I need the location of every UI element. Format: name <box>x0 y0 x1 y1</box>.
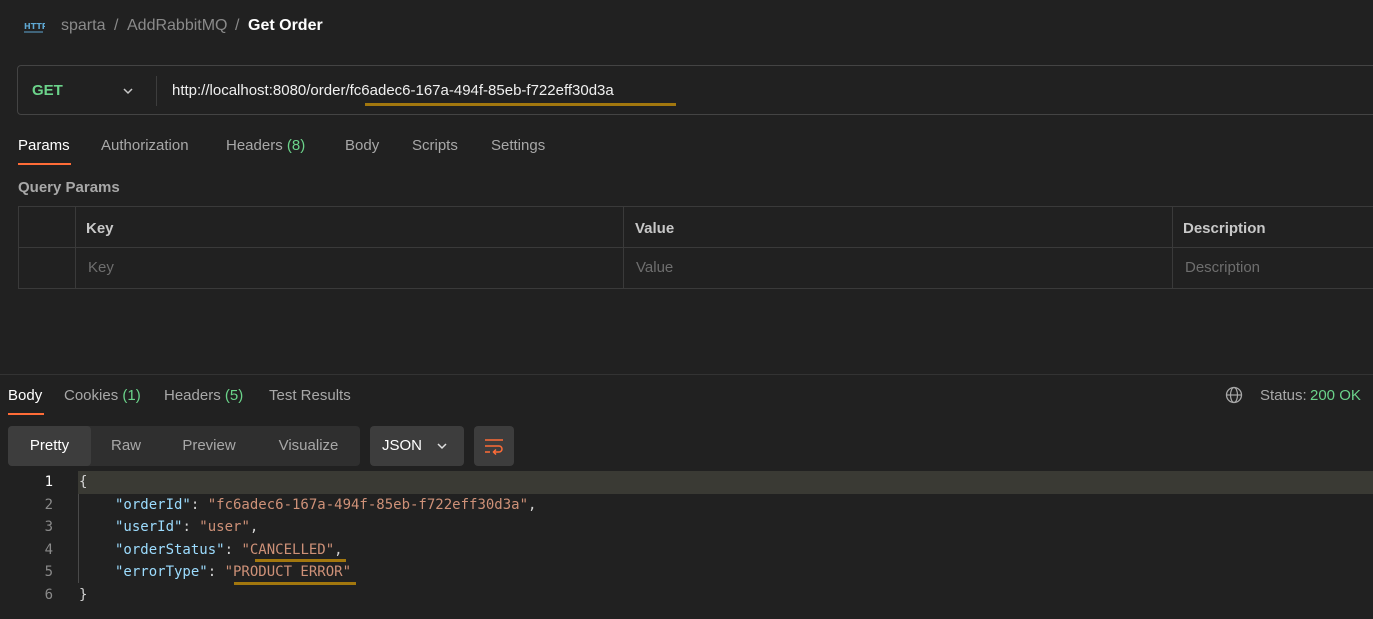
wrap-icon <box>485 439 503 455</box>
active-tab-indicator <box>8 413 44 415</box>
chevron-down-icon <box>437 443 447 450</box>
wrap-lines-button[interactable] <box>474 426 514 466</box>
json-key: "errorType" <box>115 564 208 580</box>
tab-headers[interactable]: Headers (8) <box>226 137 305 154</box>
format-label: JSON <box>382 437 423 454</box>
response-tab-body[interactable]: Body <box>8 387 42 404</box>
json-value: "fc6adec6-167a-494f-85eb-f722eff30d3a" <box>207 497 529 513</box>
json-line: "errorType": "PRODUCT ERROR" <box>115 564 352 580</box>
response-tab-test-results[interactable]: Test Results <box>269 387 351 404</box>
url-input[interactable]: http://localhost:8080/order/fc6adec6-167… <box>172 82 614 99</box>
status-label: Status: <box>1260 387 1307 404</box>
view-preview-button[interactable]: Preview <box>161 426 257 466</box>
url-prefix: http://localhost:8080/order/ <box>172 82 350 99</box>
json-line: "userId": "user", <box>115 519 259 535</box>
row-divider <box>19 247 1373 248</box>
highlight-marker <box>234 582 356 585</box>
url-bar: GET http://localhost:8080/order/fc6adec6… <box>17 65 1373 115</box>
query-params-title: Query Params <box>18 179 120 196</box>
line-number: 4 <box>44 542 53 558</box>
json-key: "userId" <box>115 519 183 535</box>
json-close-brace: } <box>79 587 88 603</box>
line-number: 6 <box>44 587 53 603</box>
active-tab-indicator <box>18 163 71 165</box>
header-description: Description <box>1183 220 1266 237</box>
breadcrumb-separator: / <box>114 17 119 34</box>
breadcrumb-separator: / <box>235 17 240 34</box>
json-value: "user" <box>199 519 250 535</box>
format-select[interactable]: JSON <box>370 426 464 466</box>
http-icon: HTTP <box>24 22 45 33</box>
value-input[interactable]: Value <box>636 259 673 276</box>
svg-text:HTTP: HTTP <box>24 22 45 31</box>
query-params-table: Key Value Description Key Value Descript… <box>18 206 1373 289</box>
header-value: Value <box>635 220 675 237</box>
line-number: 2 <box>44 497 53 513</box>
json-open-brace: { <box>79 474 88 490</box>
globe-icon[interactable] <box>1225 386 1243 404</box>
method-select[interactable]: GET <box>32 82 63 99</box>
description-input[interactable]: Description <box>1185 259 1260 276</box>
current-line-highlight <box>78 471 1373 494</box>
json-key: "orderStatus" <box>115 542 225 558</box>
json-value: "PRODUCT ERROR" <box>224 564 352 580</box>
chevron-down-icon[interactable] <box>122 85 134 97</box>
tab-scripts[interactable]: Scripts <box>412 137 458 154</box>
json-line: "orderId": "fc6adec6-167a-494f-85eb-f722… <box>115 497 537 513</box>
key-input[interactable]: Key <box>88 259 114 276</box>
view-visualize-button[interactable]: Visualize <box>257 426 360 466</box>
json-key: "orderId" <box>115 497 191 513</box>
line-number: 3 <box>44 519 53 535</box>
json-value: "CANCELLED" <box>241 542 335 558</box>
highlight-marker <box>365 103 676 106</box>
json-line: "orderStatus": "CANCELLED", <box>115 542 343 558</box>
view-mode-selector: Pretty Raw Preview Visualize <box>8 426 360 466</box>
line-number: 1 <box>44 474 53 490</box>
line-number: 5 <box>44 564 53 580</box>
tab-params[interactable]: Params <box>18 137 70 154</box>
view-raw-button[interactable]: Raw <box>91 426 161 466</box>
tab-body[interactable]: Body <box>345 137 379 154</box>
pane-divider[interactable] <box>0 374 1373 375</box>
header-key: Key <box>86 220 114 237</box>
url-order-id: fc6adec6-167a-494f-85eb-f722eff30d3a <box>349 82 614 99</box>
breadcrumb-collection[interactable]: AddRabbitMQ <box>127 17 228 35</box>
tab-authorization[interactable]: Authorization <box>101 137 189 154</box>
tab-settings[interactable]: Settings <box>491 137 545 154</box>
breadcrumb-request[interactable]: Get Order <box>248 17 323 35</box>
highlight-marker <box>255 559 346 562</box>
view-pretty-button[interactable]: Pretty <box>8 426 91 466</box>
status-value[interactable]: 200 OK <box>1310 387 1361 404</box>
breadcrumb-workspace[interactable]: sparta <box>61 17 105 35</box>
response-tab-cookies[interactable]: Cookies (1) <box>64 387 141 404</box>
divider <box>156 76 157 106</box>
indent-guide <box>78 494 79 583</box>
response-tab-headers[interactable]: Headers (5) <box>164 387 243 404</box>
